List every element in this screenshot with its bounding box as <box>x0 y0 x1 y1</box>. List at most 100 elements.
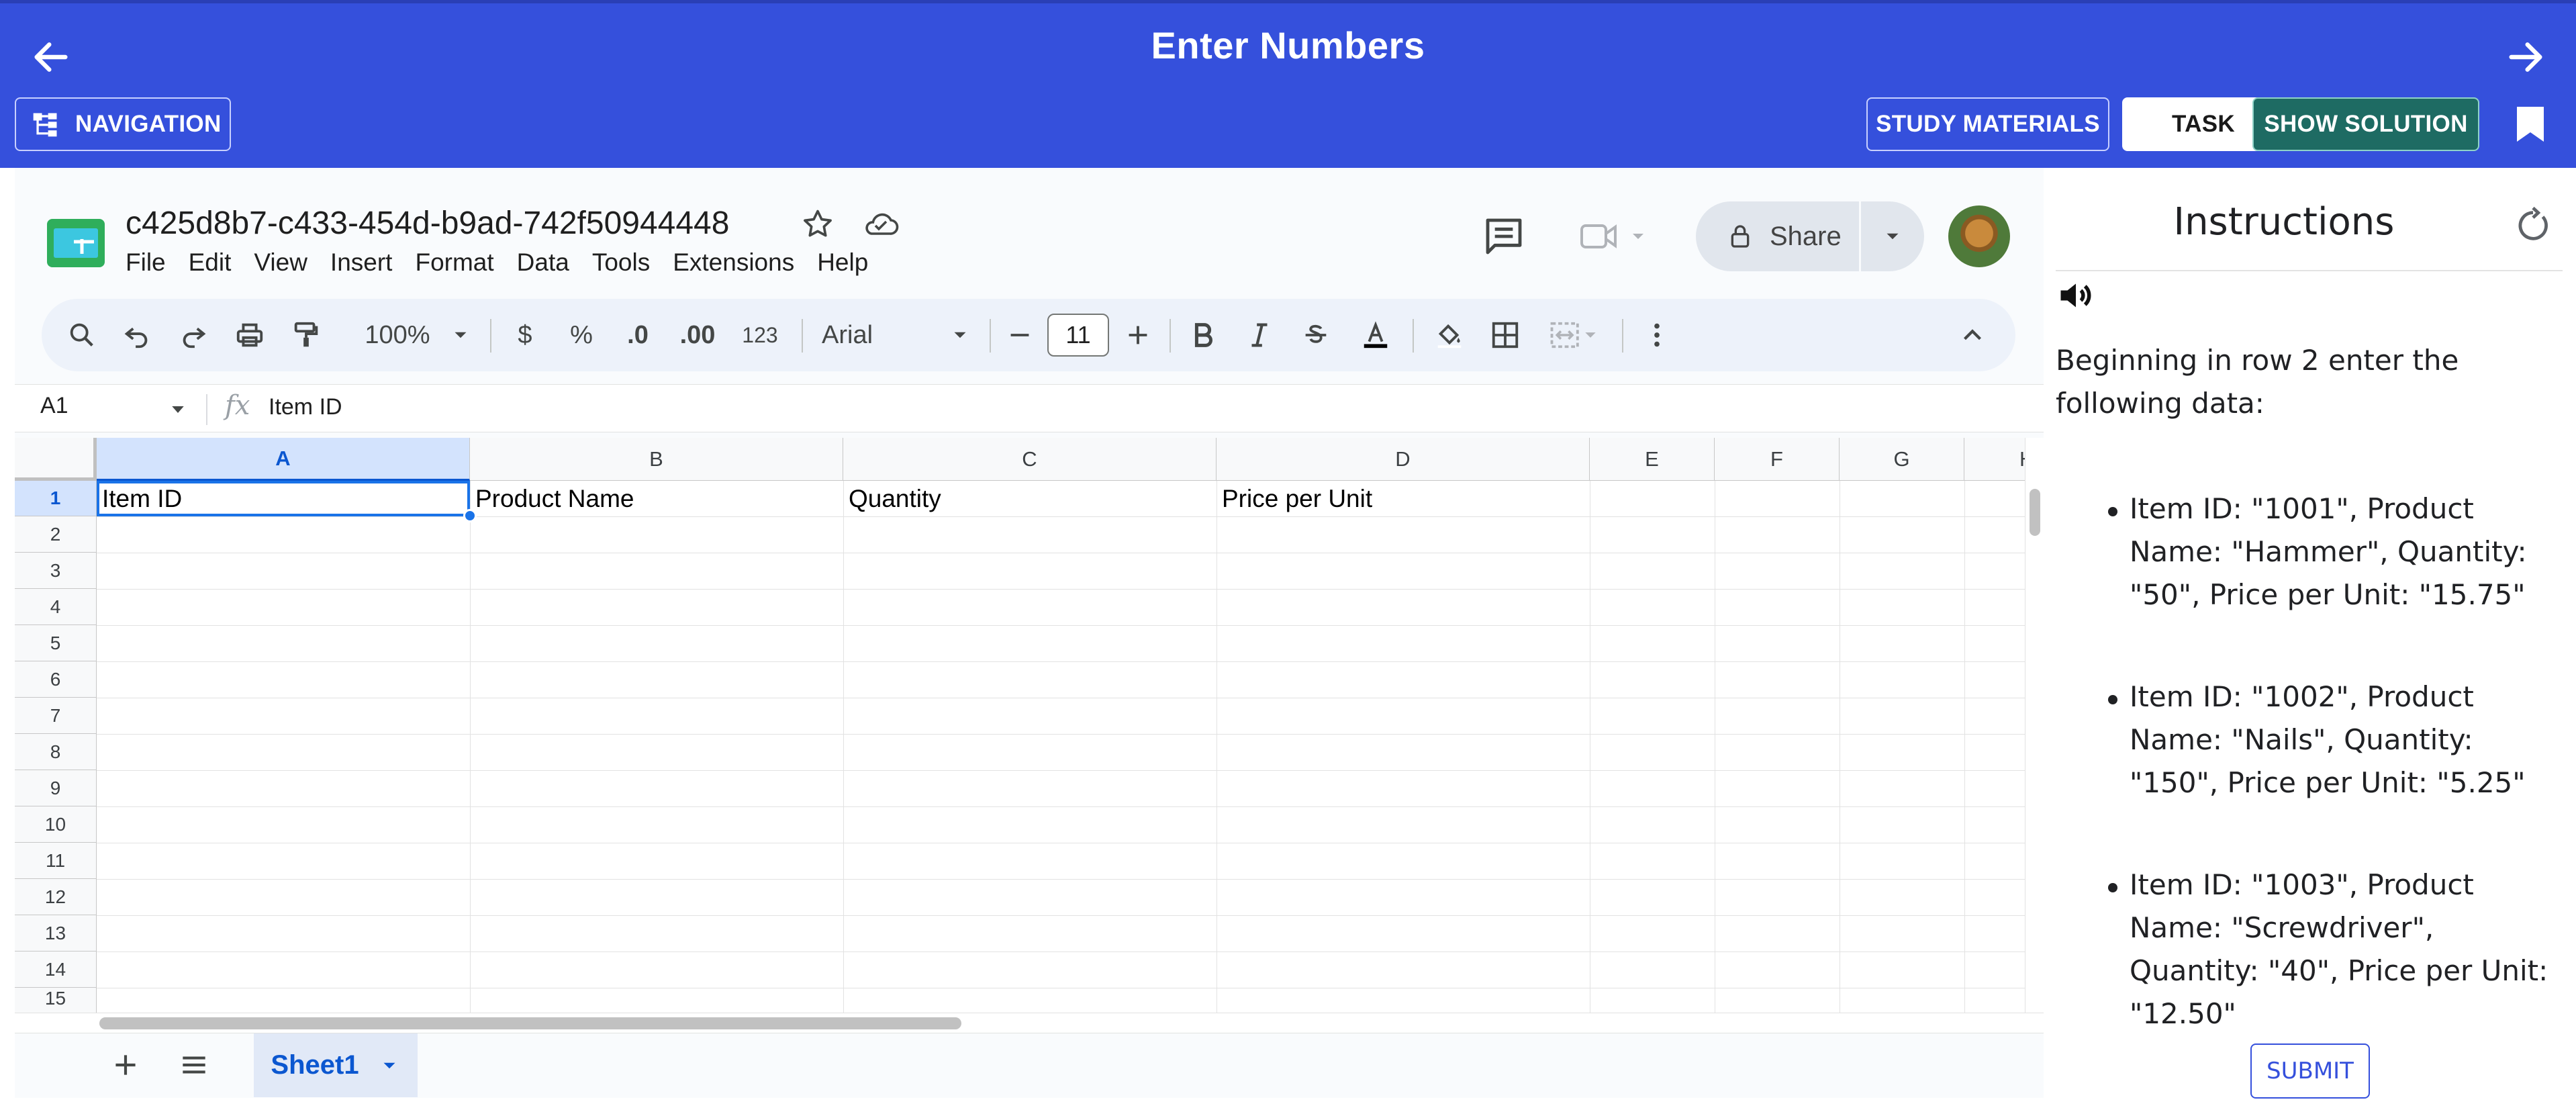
menu-file[interactable]: File <box>126 248 166 277</box>
row-header-3[interactable]: 3 <box>15 553 97 589</box>
select-all-corner[interactable] <box>15 438 97 481</box>
decrease-font-size-icon[interactable] <box>1003 299 1037 371</box>
column-header-b[interactable]: B <box>470 438 843 481</box>
increase-font-size-icon[interactable] <box>1121 299 1155 371</box>
fill-color-icon[interactable] <box>1426 299 1473 371</box>
menu-edit[interactable]: Edit <box>189 248 232 277</box>
column-header-d[interactable]: D <box>1217 438 1590 481</box>
list-bullet <box>2108 507 2117 516</box>
strikethrough-icon[interactable] <box>1296 299 1336 371</box>
vertical-scrollbar[interactable] <box>2025 438 2044 1013</box>
menu-data[interactable]: Data <box>517 248 569 277</box>
text-color-icon[interactable] <box>1352 299 1399 371</box>
font-caret-icon[interactable] <box>947 299 973 371</box>
font-family-select[interactable]: Arial <box>822 299 916 371</box>
menu-tools[interactable]: Tools <box>592 248 650 277</box>
menu-extensions[interactable]: Extensions <box>673 248 794 277</box>
undo-icon[interactable] <box>117 299 157 371</box>
column-header-g[interactable]: G <box>1840 438 1964 481</box>
row-header-7[interactable]: 7 <box>15 698 97 734</box>
column-header-a[interactable]: A <box>97 438 470 481</box>
row-header-8[interactable]: 8 <box>15 734 97 770</box>
borders-icon[interactable] <box>1485 299 1525 371</box>
add-sheet-icon[interactable] <box>109 1048 142 1082</box>
user-avatar[interactable] <box>1948 205 2010 267</box>
bookmark-icon[interactable] <box>2516 105 2545 143</box>
font-size-input[interactable]: 11 <box>1047 314 1109 357</box>
grid-line <box>97 516 2044 517</box>
number-format-button[interactable]: 123 <box>733 299 787 371</box>
menu-help[interactable]: Help <box>817 248 868 277</box>
row-header-14[interactable]: 14 <box>15 951 97 988</box>
paint-format-icon[interactable] <box>286 299 326 371</box>
toolbar-divider <box>1622 319 1623 353</box>
name-box[interactable]: A1 <box>40 393 68 419</box>
column-header-f[interactable]: F <box>1715 438 1840 481</box>
submit-button[interactable]: SUBMIT <box>2250 1043 2370 1099</box>
menu-format[interactable]: Format <box>415 248 493 277</box>
document-title[interactable]: c425d8b7-c433-454d-b9ad-742f50944448 <box>126 205 729 242</box>
share-button[interactable]: Share <box>1696 201 1924 271</box>
back-arrow-icon[interactable] <box>30 36 73 79</box>
row-header-5[interactable]: 5 <box>15 625 97 661</box>
study-materials-button[interactable]: STUDY MATERIALS <box>1866 97 2109 151</box>
speaker-icon[interactable] <box>2056 275 2096 316</box>
decrease-decimal-button[interactable]: .0 <box>618 299 658 371</box>
print-icon[interactable] <box>230 299 270 371</box>
column-header-e[interactable]: E <box>1590 438 1715 481</box>
row-header-13[interactable]: 13 <box>15 915 97 951</box>
italic-icon[interactable] <box>1239 299 1280 371</box>
horizontal-scroll-thumb[interactable] <box>99 1017 961 1029</box>
cell-grid[interactable]: A B C D E F G H 1 2 3 4 5 6 7 8 9 10 11 … <box>15 438 2044 1013</box>
sheet-tab-label: Sheet1 <box>271 1050 359 1080</box>
name-box-caret-icon[interactable] <box>168 400 188 420</box>
percent-format-button[interactable]: % <box>561 299 602 371</box>
vertical-scroll-thumb[interactable] <box>2030 489 2040 536</box>
currency-format-button[interactable]: $ <box>505 299 545 371</box>
menu-bar: File Edit View Insert Format Data Tools … <box>126 248 891 277</box>
menu-view[interactable]: View <box>254 248 307 277</box>
row-header-2[interactable]: 2 <box>15 516 97 553</box>
collapse-toolbar-icon[interactable] <box>1952 299 1993 371</box>
grid-line <box>97 589 2044 590</box>
zoom-select[interactable]: 100% <box>357 299 438 371</box>
page-title: Enter Numbers <box>1151 24 1425 66</box>
navigation-button[interactable]: NAVIGATION <box>15 97 231 151</box>
meet-video-icon[interactable] <box>1579 219 1653 254</box>
all-sheets-menu-icon[interactable] <box>177 1048 211 1082</box>
star-icon[interactable] <box>800 207 835 242</box>
zoom-caret-icon[interactable] <box>447 299 474 371</box>
redo-icon[interactable] <box>173 299 213 371</box>
formula-input[interactable]: Item ID <box>269 394 342 420</box>
row-header-11[interactable]: 11 <box>15 843 97 879</box>
bold-icon[interactable] <box>1183 299 1223 371</box>
fill-handle[interactable] <box>463 509 477 522</box>
row-header-15[interactable]: 15 <box>15 988 97 1013</box>
cloud-saved-icon[interactable] <box>862 208 900 240</box>
row-header-4[interactable]: 4 <box>15 589 97 625</box>
comment-history-icon[interactable] <box>1482 215 1525 258</box>
search-icon[interactable] <box>62 299 102 371</box>
forward-arrow-icon[interactable] <box>2504 36 2547 79</box>
toolbar-divider <box>1413 319 1414 353</box>
column-header-c[interactable]: C <box>843 438 1217 481</box>
sheet-tab-caret-icon[interactable] <box>378 1054 401 1077</box>
menu-insert[interactable]: Insert <box>330 248 393 277</box>
row-header-9[interactable]: 9 <box>15 770 97 806</box>
more-options-icon[interactable] <box>1637 299 1677 371</box>
sheet-tab-sheet1[interactable]: Sheet1 <box>254 1033 418 1097</box>
horizontal-scrollbar[interactable] <box>15 1013 2044 1033</box>
merge-cells-icon[interactable] <box>1541 299 1609 371</box>
row-header-1[interactable]: 1 <box>15 481 97 516</box>
cell-d1[interactable]: Price per Unit <box>1217 481 1590 516</box>
reset-icon[interactable] <box>2514 205 2553 244</box>
sheets-logo-icon[interactable] <box>47 219 105 267</box>
share-options-icon[interactable] <box>1861 225 1924 248</box>
increase-decimal-button[interactable]: .00 <box>674 299 721 371</box>
row-header-10[interactable]: 10 <box>15 806 97 843</box>
show-solution-button[interactable]: SHOW SOLUTION <box>2252 97 2479 151</box>
row-header-12[interactable]: 12 <box>15 879 97 915</box>
row-header-6[interactable]: 6 <box>15 661 97 698</box>
cell-c1[interactable]: Quantity <box>843 481 1217 516</box>
cell-b1[interactable]: Product Name <box>470 481 843 516</box>
